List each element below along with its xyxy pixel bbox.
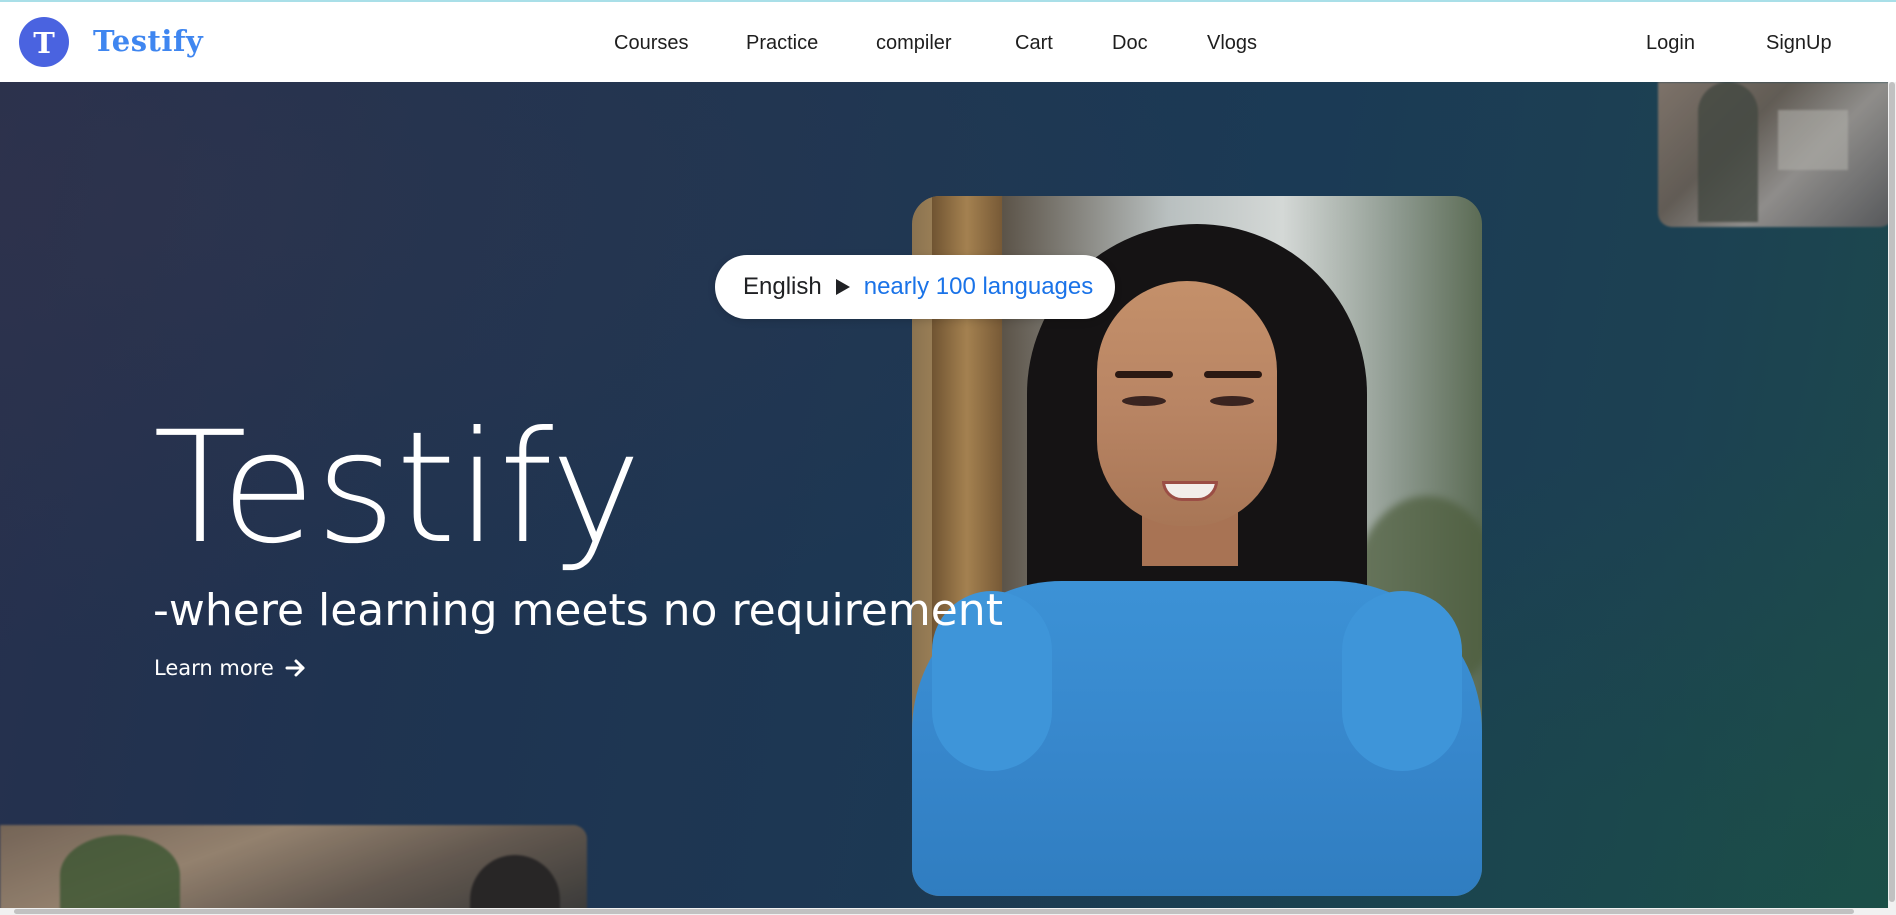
hero-title: Testify	[153, 399, 642, 578]
translation-to-languages: nearly 100 languages	[863, 273, 1094, 300]
thumbnail-figure	[1698, 82, 1758, 222]
nav-item-vlogs[interactable]: Vlogs	[1207, 32, 1257, 55]
thumbnail-plant	[60, 835, 180, 908]
play-triangle-icon	[835, 279, 850, 295]
hero-subtitle: -where learning meets no requirement	[153, 585, 1003, 636]
nav-item-doc[interactable]: Doc	[1112, 32, 1148, 55]
video-person-brow-right	[1204, 371, 1262, 378]
nav-item-courses[interactable]: Courses	[614, 32, 688, 55]
vertical-scrollbar[interactable]	[1888, 82, 1896, 908]
translation-from-language: English	[743, 273, 822, 300]
nav-links: Courses Practice compiler Cart Doc Vlogs…	[0, 32, 1896, 58]
hero-section: English nearly 100 languages Testify -wh…	[0, 82, 1896, 908]
horizontal-scrollbar-thumb[interactable]	[14, 909, 1854, 914]
video-person-eye-right	[1210, 396, 1254, 406]
vertical-scrollbar-thumb[interactable]	[1889, 82, 1895, 902]
signup-link[interactable]: SignUp	[1766, 32, 1832, 55]
nav-item-compiler[interactable]: compiler	[876, 32, 952, 55]
learn-more-label: Learn more	[154, 656, 274, 680]
thumbnail-screen	[1778, 110, 1848, 170]
translation-pill: English nearly 100 languages	[715, 255, 1116, 319]
login-link[interactable]: Login	[1646, 32, 1695, 55]
background-video-thumbnail-top	[1658, 82, 1894, 227]
navbar: T Testify Courses Practice compiler Cart…	[0, 2, 1896, 82]
horizontal-scrollbar[interactable]	[0, 908, 1896, 915]
nav-item-practice[interactable]: Practice	[746, 32, 818, 55]
arrow-right-icon	[285, 659, 305, 677]
video-person-sleeve-right	[1342, 591, 1462, 771]
nav-item-cart[interactable]: Cart	[1015, 32, 1053, 55]
background-video-thumbnail-bottom	[0, 825, 587, 908]
thumbnail-person	[470, 855, 560, 908]
video-person-eye-left	[1122, 396, 1166, 406]
video-person-brow-left	[1115, 371, 1173, 378]
learn-more-link[interactable]: Learn more	[154, 656, 308, 680]
